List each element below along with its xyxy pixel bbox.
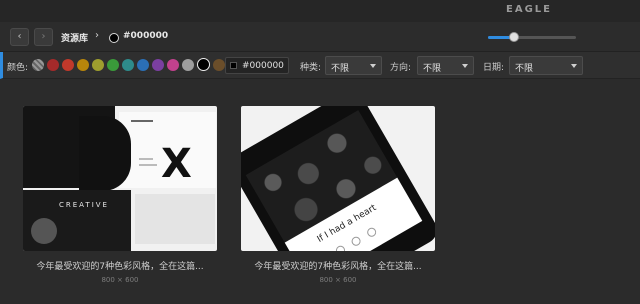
thumb-art-line — [139, 164, 157, 166]
thumb-art-line — [131, 120, 153, 122]
color-dot-icon — [109, 33, 119, 43]
asset-dimensions: 800 × 600 — [101, 276, 139, 284]
title-bar: EAGLE — [0, 0, 640, 22]
thumb-art-avatar — [31, 218, 57, 244]
color-swatch[interactable] — [47, 59, 59, 71]
color-swatch[interactable] — [152, 59, 164, 71]
color-swatch[interactable] — [197, 58, 210, 71]
color-swatch[interactable] — [62, 59, 74, 71]
color-chip-icon — [230, 62, 237, 69]
type-dropdown-value: 不限 — [331, 64, 350, 74]
asset-title: 今年最受欢迎的7种色彩风格，全在这篇... — [36, 262, 204, 272]
thumb-art-text: CREATIVE — [59, 201, 109, 209]
asset-title: 今年最受欢迎的7种色彩风格，全在这篇... — [254, 262, 422, 272]
color-swatch[interactable] — [92, 59, 104, 71]
toolbar: ‹ › 资源库 › #000000 — [0, 22, 640, 52]
color-swatch[interactable] — [182, 59, 194, 71]
hex-color-value: #000000 — [242, 61, 284, 71]
color-filter-label: 颜色: — [7, 63, 29, 73]
caret-down-icon — [571, 64, 577, 68]
asset-dimensions: 800 × 600 — [319, 276, 357, 284]
thumb-art-line — [139, 158, 153, 160]
phone-mockup: If I had a heart — [241, 106, 435, 251]
zoom-slider[interactable] — [488, 32, 576, 42]
orientation-filter-label: 方向: — [390, 63, 412, 73]
asset-grid: X CREATIVE 今年最受欢迎的7种色彩风格，全在这篇... 800 × 6… — [0, 79, 640, 304]
zoom-slider-handle[interactable] — [509, 32, 520, 42]
date-dropdown-value: 不限 — [515, 64, 534, 74]
color-swatch[interactable] — [107, 59, 119, 71]
orientation-dropdown-value: 不限 — [423, 64, 442, 74]
thumb-art-letter: X — [161, 141, 192, 187]
asset-thumbnail[interactable]: If I had a heart — [241, 106, 435, 251]
date-filter-label: 日期: — [483, 63, 505, 73]
chevron-right-icon: › — [95, 30, 99, 41]
color-swatches — [32, 58, 225, 72]
color-swatch[interactable] — [213, 59, 225, 71]
back-button[interactable]: ‹ — [10, 28, 29, 46]
forward-button[interactable]: › — [34, 28, 53, 46]
asset-card[interactable]: X CREATIVE 今年最受欢迎的7种色彩风格，全在这篇... 800 × 6… — [23, 106, 217, 284]
date-dropdown[interactable]: 不限 — [509, 56, 583, 75]
type-dropdown[interactable]: 不限 — [325, 56, 382, 75]
color-swatch[interactable] — [122, 59, 134, 71]
color-swatch[interactable] — [77, 59, 89, 71]
app-title: EAGLE — [506, 4, 552, 15]
asset-thumbnail[interactable]: X CREATIVE — [23, 106, 217, 251]
orientation-dropdown[interactable]: 不限 — [417, 56, 474, 75]
breadcrumb-color: #000000 — [123, 31, 169, 41]
thumb-art-block — [135, 194, 215, 244]
color-swatch-none[interactable] — [32, 59, 44, 71]
breadcrumb-library[interactable]: 资源库 — [61, 31, 88, 44]
caret-down-icon — [462, 64, 468, 68]
thumb-art-letter — [79, 116, 131, 191]
color-swatch[interactable] — [167, 59, 179, 71]
asset-card[interactable]: If I had a heart 今年最受欢迎的7种色彩风格，全在这篇... 8… — [241, 106, 435, 284]
hex-color-input[interactable]: #000000 — [225, 57, 289, 74]
caret-down-icon — [370, 64, 376, 68]
type-filter-label: 种类: — [300, 63, 322, 73]
color-swatch[interactable] — [137, 59, 149, 71]
filter-bar: 颜色: #000000 种类: 不限 方向: 不限 日期: 不限 — [0, 52, 640, 79]
